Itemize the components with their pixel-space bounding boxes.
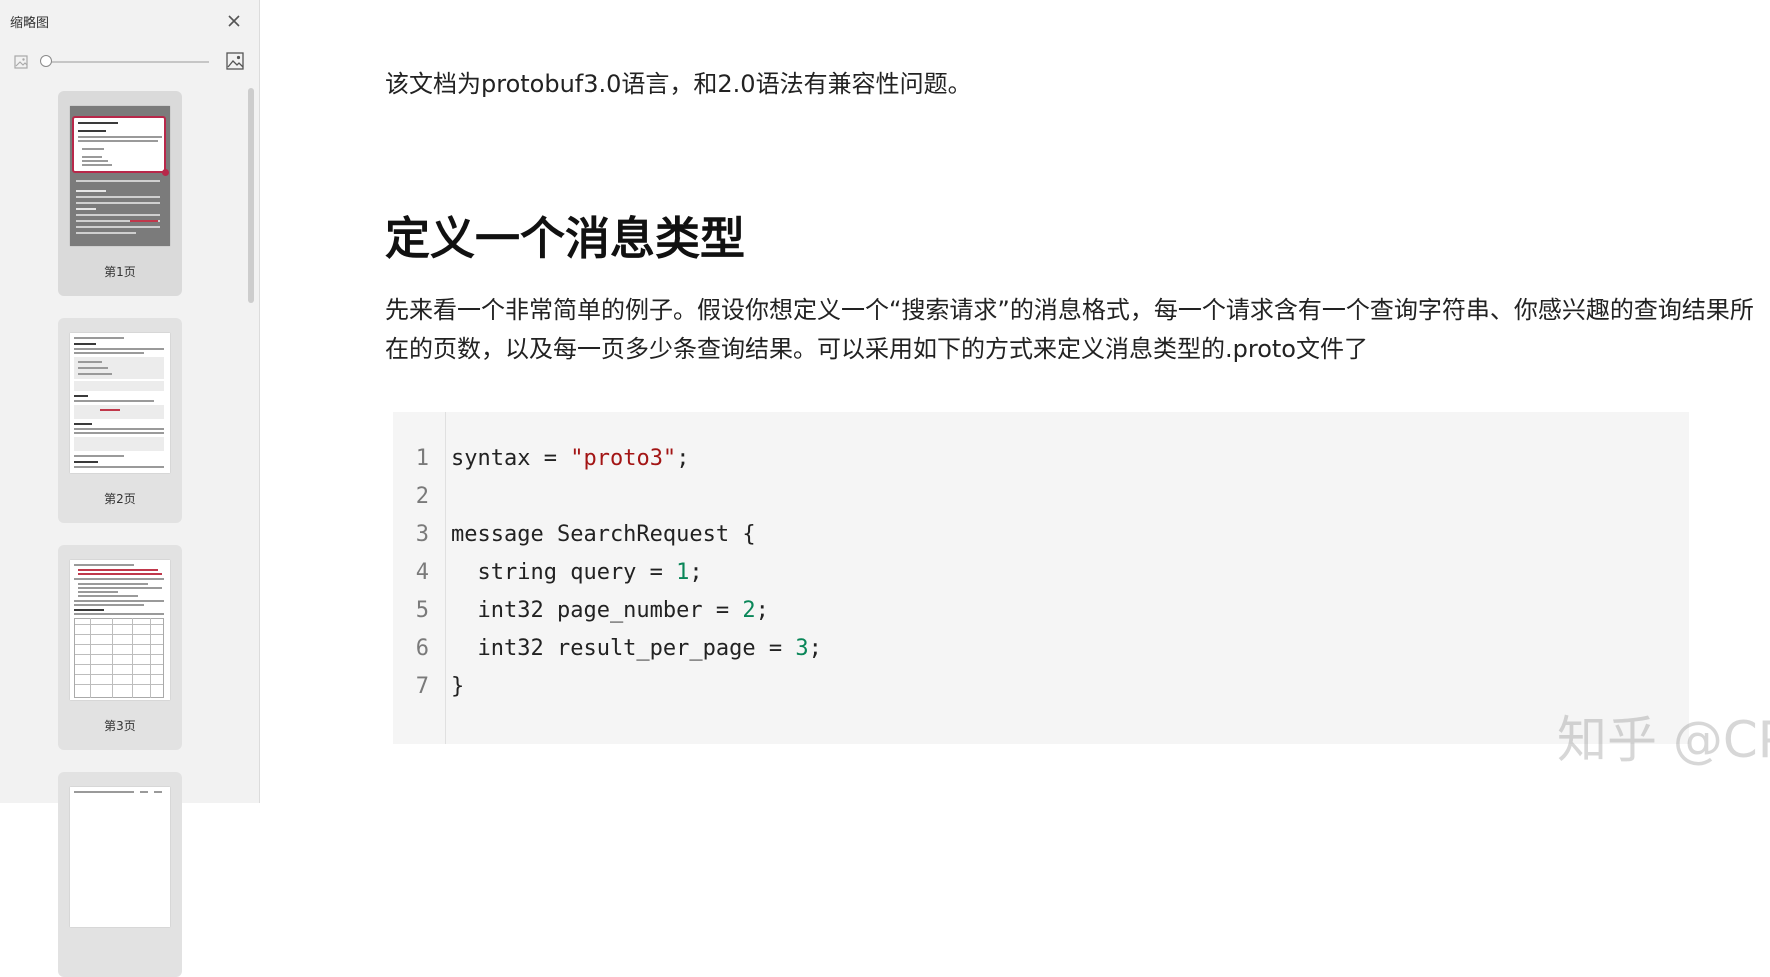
line-number: 6 <box>415 636 429 661</box>
line-number: 2 <box>415 484 429 509</box>
code-text: string query = 1; <box>451 554 703 592</box>
thumbnail-page-1[interactable]: 第1页 <box>58 91 182 296</box>
watermark-text: 知乎 @CPP加油站 <box>1557 711 1770 769</box>
thumbnail-image <box>70 787 170 927</box>
code-number-token: 3 <box>795 636 809 661</box>
code-line: 4 string query = 1; <box>393 554 1689 592</box>
code-token: string query = <box>451 560 677 585</box>
line-number: 4 <box>415 560 429 585</box>
sidebar-scrollbar[interactable] <box>248 88 254 303</box>
section-heading: 定义一个消息类型 <box>385 212 746 265</box>
code-token: ; <box>676 446 690 471</box>
sidebar-header: 缩略图 <box>0 0 259 42</box>
code-number-token: 1 <box>676 560 690 585</box>
document-page: 该文档为protobuf3.0语言，和2.0语法有兼容性问题。 定义一个消息类型… <box>260 0 1770 803</box>
thumbnail-label: 第2页 <box>104 492 136 506</box>
code-token: int32 result_per_page = <box>451 636 796 661</box>
code-line: 1 syntax = "proto3"; <box>393 440 1689 478</box>
code-token: ; <box>689 560 703 585</box>
thumbnail-sidebar: 缩略图 第1页 第2页 第3页 <box>0 0 260 977</box>
line-number: 3 <box>415 522 429 547</box>
thumbnail-image <box>70 106 170 246</box>
line-number: 5 <box>415 598 429 623</box>
thumbnail-page-2[interactable]: 第2页 <box>58 318 182 523</box>
code-string-token: "proto3" <box>570 446 677 471</box>
code-line: 7} <box>393 668 1689 706</box>
zoom-track[interactable] <box>44 61 209 63</box>
intro-paragraph: 该文档为protobuf3.0语言，和2.0语法有兼容性问题。 <box>385 70 972 98</box>
image-large-icon[interactable] <box>226 52 244 70</box>
code-line: 3 message SearchRequest { <box>393 516 1689 554</box>
thumbnail-zoom-slider[interactable] <box>0 48 259 76</box>
close-icon[interactable] <box>225 12 243 30</box>
thumbnail-page-3[interactable]: 第3页 <box>58 545 182 750</box>
code-text: int32 page_number = 2; <box>451 592 769 630</box>
code-block: 1 syntax = "proto3"; 2 3 message SearchReque… <box>393 412 1689 744</box>
code-token: ; <box>808 636 822 661</box>
line-number: 1 <box>415 446 429 471</box>
code-token: syntax = <box>451 446 571 471</box>
code-text: message SearchRequest { <box>451 516 756 554</box>
viewport-highlight <box>72 116 169 176</box>
zoom-knob[interactable] <box>40 55 52 67</box>
code-token: ; <box>755 598 769 623</box>
line-number: 7 <box>415 674 429 699</box>
thumbnail-image <box>70 333 170 473</box>
code-token: } <box>451 674 465 699</box>
code-text: } <box>451 668 464 706</box>
thumbnail-label: 第1页 <box>104 265 136 279</box>
code-line: 6 int32 result_per_page = 3; <box>393 630 1689 668</box>
code-token: int32 page_number = <box>451 598 743 623</box>
code-line: 2 <box>393 478 1689 516</box>
code-token: message SearchRequest { <box>451 522 756 547</box>
thumbnail-label: 第3页 <box>104 719 136 733</box>
body-paragraph: 先来看一个非常简单的例子。假设你想定义一个“搜索请求”的消息格式，每一个请求含有… <box>385 296 1754 363</box>
sidebar-title: 缩略图 <box>10 16 50 31</box>
code-text: int32 result_per_page = 3; <box>451 630 822 668</box>
thumbnail-image <box>70 560 170 700</box>
code-number-token: 2 <box>742 598 756 623</box>
image-small-icon[interactable] <box>14 54 28 69</box>
code-line: 5 int32 page_number = 2; <box>393 592 1689 630</box>
code-text: syntax = "proto3"; <box>451 440 689 478</box>
